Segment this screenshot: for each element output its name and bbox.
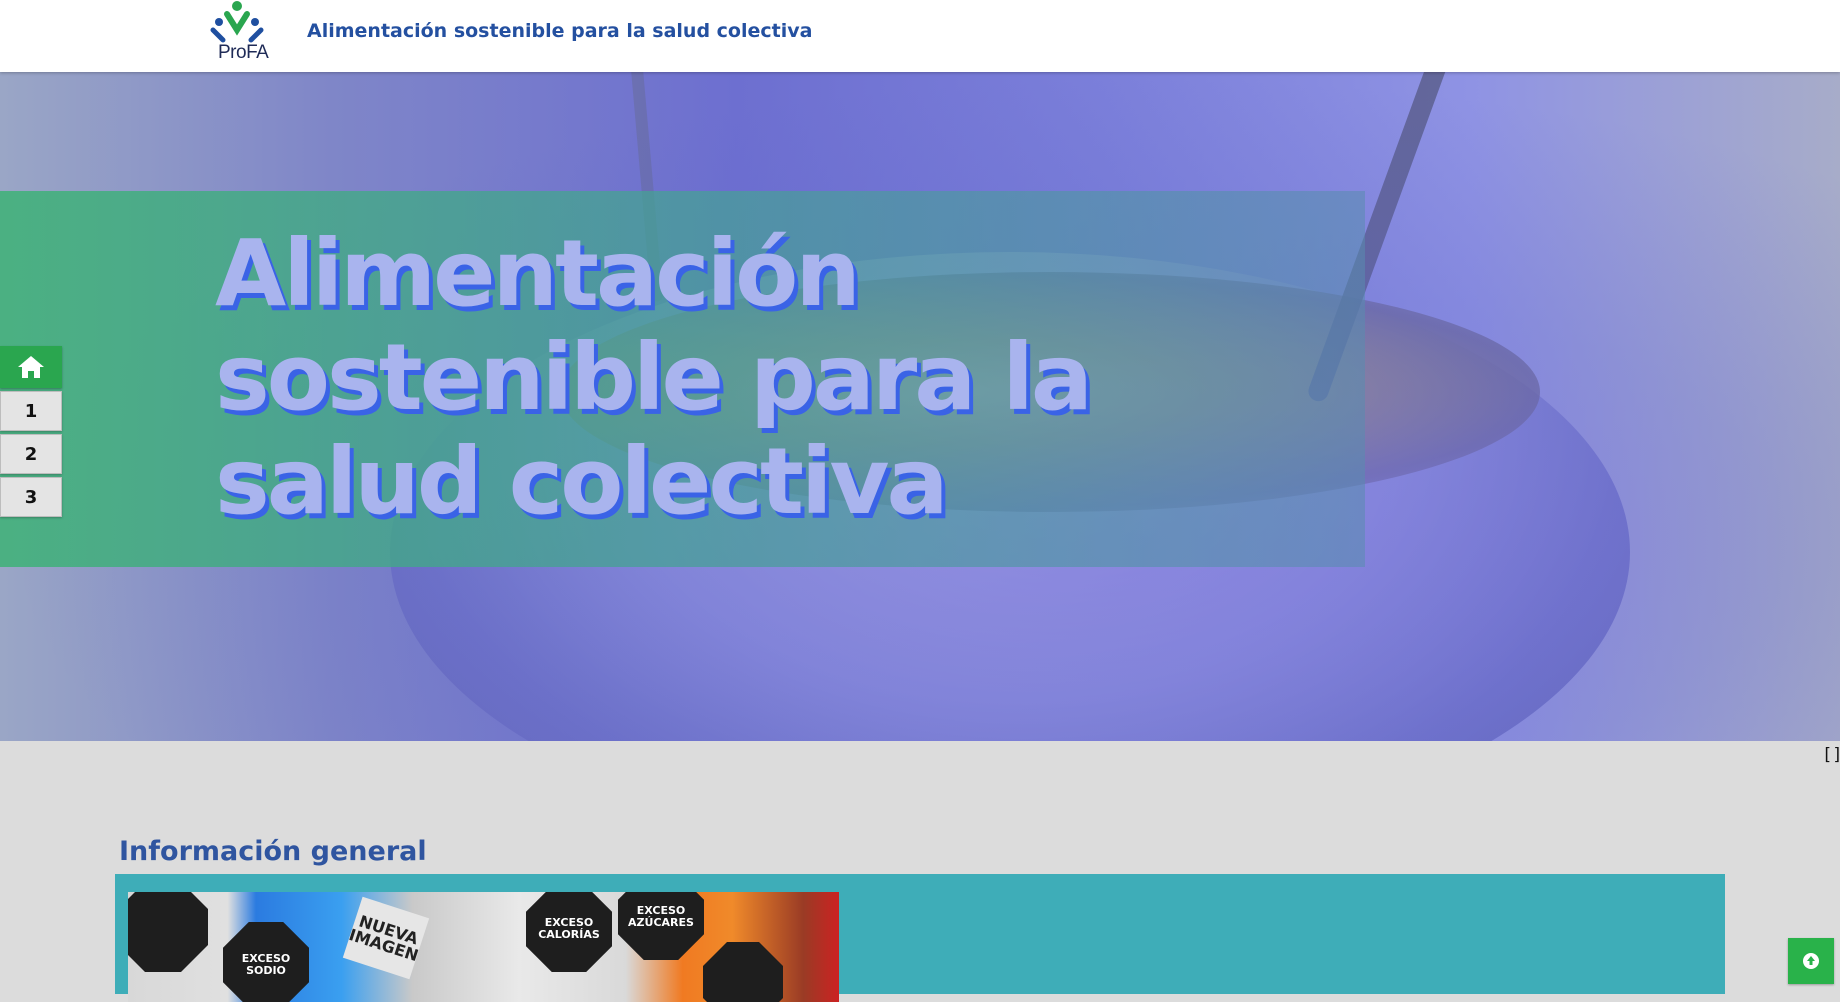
nueva-imagen-tag: NUEVA IMAGEN: [342, 896, 430, 980]
warning-octagon-right: [703, 942, 783, 1002]
fullscreen-toggle[interactable]: []: [1822, 745, 1840, 765]
warning-octagon-sodio: EXCESO SODIO: [223, 922, 309, 1002]
site-header: ProFA Alimentación sostenible para la sa…: [0, 0, 1840, 72]
info-panel: EXCESO SODIO NUEVA IMAGEN EXCESO CALORÍA…: [115, 874, 1725, 1002]
back-to-top-button[interactable]: [1788, 938, 1834, 984]
section-heading: Información general: [119, 836, 427, 867]
side-navigation: 1 2 3: [0, 346, 62, 517]
nav-page-2-button[interactable]: 2: [0, 434, 62, 474]
home-icon: [18, 356, 44, 378]
hero-title: Alimentación sostenible para la salud co…: [215, 220, 1093, 535]
site-title[interactable]: Alimentación sostenible para la salud co…: [307, 20, 812, 42]
food-labels-image: EXCESO SODIO NUEVA IMAGEN EXCESO CALORÍA…: [128, 892, 839, 1002]
arrow-up-circle-icon: [1803, 953, 1819, 969]
nav-home-button[interactable]: [0, 346, 62, 388]
nav-page-1-button[interactable]: 1: [0, 391, 62, 431]
logo-wordmark: ProFA: [218, 42, 269, 63]
hero-banner: Alimentación sostenible para la salud co…: [0, 72, 1840, 741]
warning-octagon-calorias: EXCESO CALORÍAS: [526, 892, 612, 972]
warning-octagon-azucares: EXCESO AZÚCARES: [618, 892, 704, 960]
warning-octagon-left: [128, 892, 208, 972]
nav-page-3-button[interactable]: 3: [0, 477, 62, 517]
